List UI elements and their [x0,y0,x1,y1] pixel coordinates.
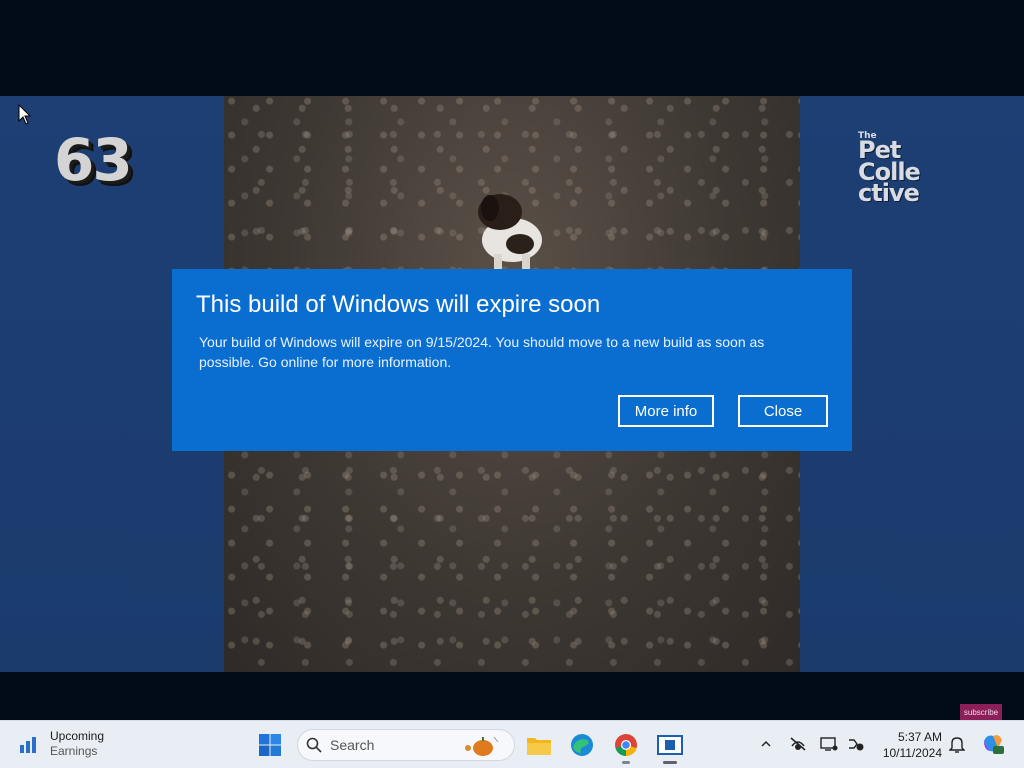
accessibility-icon [849,739,864,751]
network-button[interactable] [787,733,809,755]
show-hidden-icons-button[interactable] [755,733,777,755]
chrome-button[interactable] [611,730,641,760]
expiration-dialog: This build of Windows will expire soon Y… [172,269,852,451]
start-button[interactable] [255,730,285,760]
stock-chart-icon [20,737,36,753]
taskbar: Upcoming Earnings Search 5:37 AM 10/11/2… [0,720,1024,768]
video-counter: 63 [54,126,133,194]
clock[interactable]: 5:37 AM 10/11/2024 [876,729,942,761]
app-icon [657,735,683,755]
desktop: 63 The Pet Colle ctive This build of Win… [0,0,1024,720]
taskbar-search-box[interactable]: Search [297,729,515,761]
display-button[interactable] [818,733,840,755]
more-info-button[interactable]: More info [618,395,714,427]
dialog-message: Your build of Windows will expire on 9/1… [199,334,765,370]
chrome-running-indicator [622,761,630,764]
widget-title: Upcoming [50,729,105,743]
file-explorer-button[interactable] [524,730,554,760]
search-icon [306,737,322,753]
accessibility-button[interactable] [845,733,867,755]
notifications-button[interactable] [946,733,968,755]
subscribe-badge[interactable]: subscribe [960,704,1002,720]
edge-button[interactable] [567,730,597,760]
start-icon [259,734,281,756]
display-icon [820,737,838,751]
pumpkin-icon [465,736,499,756]
widgets-button[interactable]: Upcoming Earnings [18,729,104,759]
search-label: Search [330,737,375,753]
clock-time: 5:37 AM [897,730,942,744]
file-explorer-icon [527,738,551,755]
chrome-icon [615,734,637,756]
close-button[interactable]: Close [738,395,828,427]
copilot-button[interactable] [980,733,1006,755]
mouse-cursor-icon [18,104,32,125]
copilot-icon [984,735,1004,754]
active-app-button[interactable] [655,730,685,760]
clock-date: 10/11/2024 [882,746,942,760]
pet-collective-logo: The Pet Colle ctive [858,131,921,208]
bell-icon [949,737,965,753]
dialog-title: This build of Windows will expire soon [196,291,601,318]
app-running-indicator [663,761,677,764]
network-icon [790,737,806,751]
edge-icon [571,734,593,756]
dog-image [478,194,542,270]
chevron-up-icon [761,740,771,747]
widget-subtitle: Earnings [50,744,98,758]
